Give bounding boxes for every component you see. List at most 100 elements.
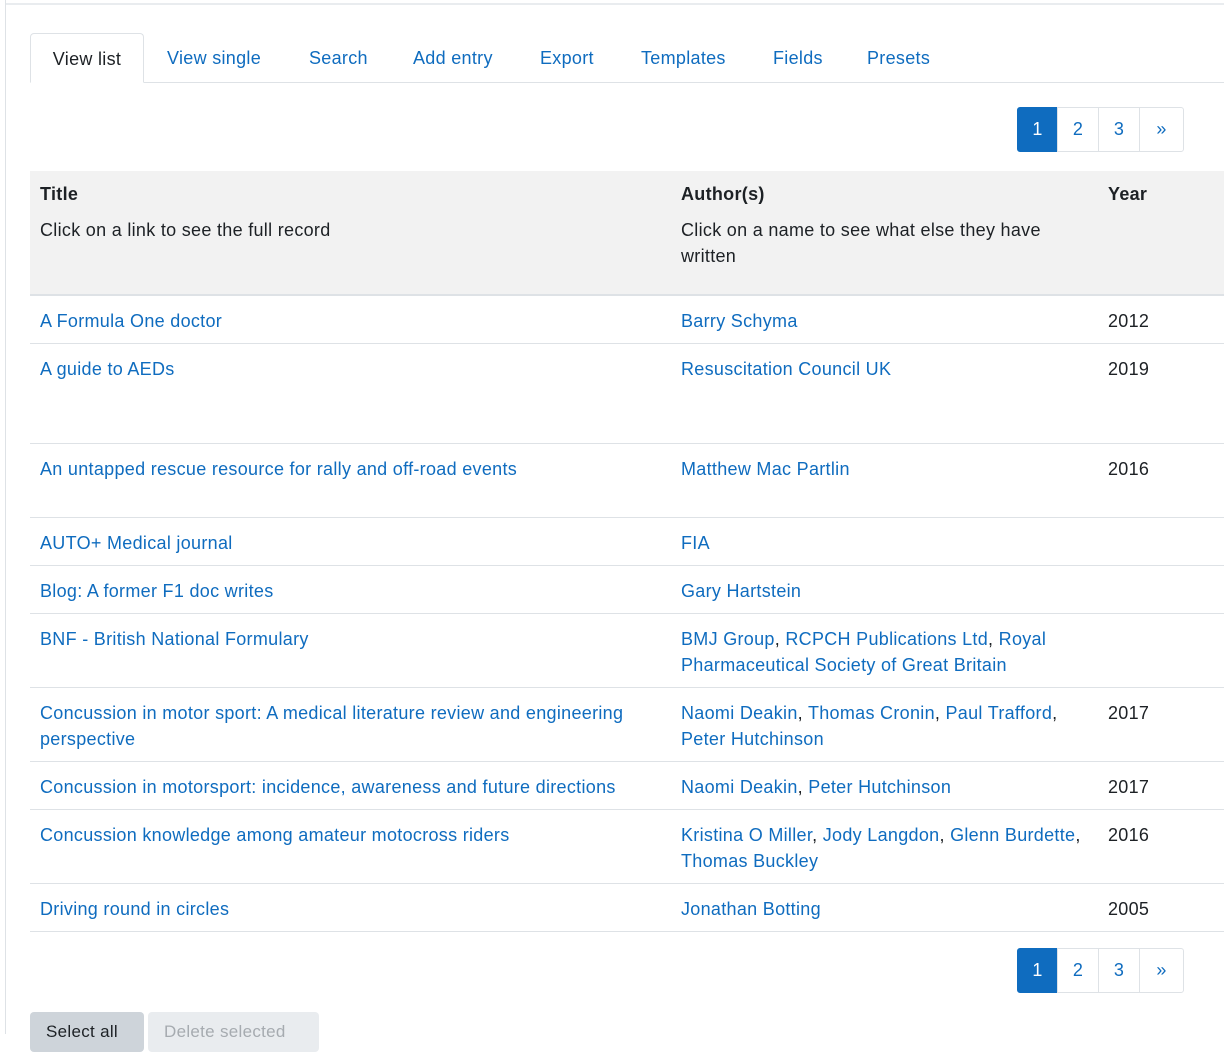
entry-title-link[interactable]: Concussion in motorsport: incidence, awa… — [40, 777, 616, 797]
authors-cell: Jonathan Botting — [671, 883, 1098, 932]
entry-title-link[interactable]: An untapped rescue resource for rally an… — [40, 459, 517, 479]
title-cell: Blog: A former F1 doc writes — [30, 565, 671, 614]
entry-title-link[interactable]: A Formula One doctor — [40, 311, 222, 331]
authors-cell: BMJ Group, RCPCH Publications Ltd, Royal… — [671, 613, 1098, 688]
table-header-row: Title Click on a link to see the full re… — [30, 171, 1224, 296]
page-left-border — [5, 0, 6, 1034]
title-cell: Concussion knowledge among amateur motoc… — [30, 809, 671, 884]
year-cell: 2005 — [1098, 883, 1224, 932]
page-link-1[interactable]: 1 — [1017, 107, 1058, 152]
author-separator: , — [934, 702, 946, 723]
title-cell: A guide to AEDs — [30, 343, 671, 444]
authors-cell: Gary Hartstein — [671, 565, 1098, 614]
author-link[interactable]: Paul Trafford — [946, 703, 1053, 723]
page-link-2[interactable]: 2 — [1057, 107, 1099, 152]
authors-cell: FIA — [671, 517, 1098, 566]
page-top-border — [6, 3, 1224, 5]
author-separator: , — [797, 702, 808, 723]
header-authors-label: Author(s) — [681, 184, 765, 204]
pagination-bottom: 1 2 3 » — [1017, 948, 1184, 993]
entry-title-link[interactable]: BNF - British National Formulary — [40, 629, 309, 649]
tab-templates[interactable]: Templates — [641, 33, 726, 82]
year-cell: 2017 — [1098, 761, 1224, 810]
authors-cell: Kristina O Miller, Jody Langdon, Glenn B… — [671, 809, 1098, 884]
table-row: Concussion in motor sport: A medical lit… — [30, 687, 1224, 762]
entry-title-link[interactable]: AUTO+ Medical journal — [40, 533, 233, 553]
author-link[interactable]: Jody Langdon — [823, 825, 940, 845]
next-page-link[interactable]: » — [1139, 107, 1184, 152]
author-link[interactable]: Jonathan Botting — [681, 899, 821, 919]
author-separator: , — [1075, 824, 1081, 845]
tab-export[interactable]: Export — [540, 33, 594, 82]
author-link[interactable]: Peter Hutchinson — [681, 729, 824, 749]
tab-add-entry[interactable]: Add entry — [413, 33, 493, 82]
header-year-label: Year — [1108, 184, 1148, 204]
year-cell: 2019 — [1098, 343, 1224, 444]
header-authors: Author(s) Click on a name to see what el… — [671, 171, 1098, 296]
author-link[interactable]: Peter Hutchinson — [808, 777, 951, 797]
year-cell: 2016 — [1098, 809, 1224, 884]
author-separator: , — [988, 628, 999, 649]
author-link[interactable]: RCPCH Publications Ltd — [785, 629, 988, 649]
entries-table: Title Click on a link to see the full re… — [30, 171, 1224, 932]
title-cell: AUTO+ Medical journal — [30, 517, 671, 566]
author-separator: , — [797, 776, 809, 797]
author-link[interactable]: Glenn Burdette — [950, 825, 1075, 845]
entry-title-link[interactable]: Blog: A former F1 doc writes — [40, 581, 274, 601]
author-link[interactable]: Naomi Deakin — [681, 777, 798, 797]
entry-title-link[interactable]: A guide to AEDs — [40, 359, 175, 379]
page-link-3[interactable]: 3 — [1098, 948, 1140, 993]
title-cell: An untapped rescue resource for rally an… — [30, 443, 671, 518]
entry-title-link[interactable]: Concussion in motor sport: A medical lit… — [40, 703, 623, 749]
title-cell: Driving round in circles — [30, 883, 671, 932]
header-authors-hint: Click on a name to see what else they ha… — [681, 220, 1041, 266]
table-row: Concussion in motorsport: incidence, awa… — [30, 761, 1224, 810]
entry-title-link[interactable]: Driving round in circles — [40, 899, 229, 919]
table-row: Driving round in circles Jonathan Botting… — [30, 883, 1224, 932]
author-link[interactable]: Barry Schyma — [681, 311, 798, 331]
page-link-3[interactable]: 3 — [1098, 107, 1140, 152]
tab-fields[interactable]: Fields — [773, 33, 823, 82]
authors-cell: Resuscitation Council UK — [671, 343, 1098, 444]
author-link[interactable]: Gary Hartstein — [681, 581, 801, 601]
title-cell: A Formula One doctor — [30, 295, 671, 344]
table-row: BNF - British National Formulary BMJ Grou… — [30, 613, 1224, 688]
author-link[interactable]: Thomas Cronin — [808, 703, 935, 723]
table-row: A Formula One doctor Barry Schyma 2012 — [30, 295, 1224, 344]
author-link[interactable]: Kristina O Miller — [681, 825, 812, 845]
select-all-button[interactable]: Select all — [30, 1012, 144, 1052]
author-link[interactable]: Naomi Deakin — [681, 703, 798, 723]
tab-presets[interactable]: Presets — [867, 33, 930, 82]
authors-cell: Barry Schyma — [671, 295, 1098, 344]
table-body: A Formula One doctor Barry Schyma 2012 A gu… — [30, 295, 1224, 932]
year-cell — [1098, 613, 1224, 688]
author-link[interactable]: Resuscitation Council UK — [681, 359, 891, 379]
author-link[interactable]: Matthew Mac Partlin — [681, 459, 850, 479]
title-cell: Concussion in motor sport: A medical lit… — [30, 687, 671, 762]
table-row: Concussion knowledge among amateur motoc… — [30, 809, 1224, 884]
author-link[interactable]: FIA — [681, 533, 710, 553]
header-title: Title Click on a link to see the full re… — [30, 171, 671, 296]
next-page-link[interactable]: » — [1139, 948, 1184, 993]
header-title-label: Title — [40, 184, 79, 204]
tab-view-list[interactable]: View list — [30, 33, 144, 83]
tab-view-single[interactable]: View single — [167, 33, 261, 82]
delete-selected-button[interactable]: Delete selected — [148, 1012, 319, 1052]
header-title-hint: Click on a link to see the full record — [40, 220, 331, 240]
table-row: AUTO+ Medical journal FIA — [30, 517, 1224, 566]
author-link[interactable]: Thomas Buckley — [681, 851, 818, 871]
year-cell: 2016 — [1098, 443, 1224, 518]
pagination-top: 1 2 3 » — [1017, 107, 1184, 152]
entry-title-link[interactable]: Concussion knowledge among amateur motoc… — [40, 825, 510, 845]
year-cell: 2012 — [1098, 295, 1224, 344]
year-cell — [1098, 517, 1224, 566]
author-separator: , — [774, 628, 786, 649]
page-link-2[interactable]: 2 — [1057, 948, 1099, 993]
title-cell: Concussion in motorsport: incidence, awa… — [30, 761, 671, 810]
table-row: An untapped rescue resource for rally an… — [30, 443, 1224, 518]
database-tabs: View list View single Search Add entry E… — [30, 33, 1224, 83]
page-link-1[interactable]: 1 — [1017, 948, 1058, 993]
tab-search[interactable]: Search — [309, 33, 368, 82]
author-link[interactable]: BMJ Group — [681, 629, 775, 649]
year-cell — [1098, 565, 1224, 614]
